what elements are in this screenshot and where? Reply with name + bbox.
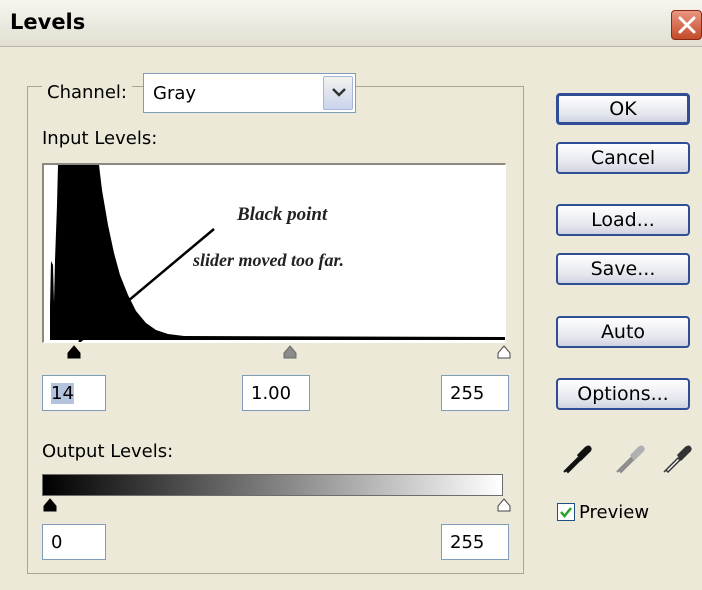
input-black-slider[interactable] [66,345,82,359]
black-eyedropper-icon[interactable] [560,442,594,474]
input-gamma-slider[interactable] [282,345,298,359]
input-black-field[interactable]: 14 [42,375,106,411]
channel-select[interactable]: Gray [143,73,356,113]
options-button[interactable]: Options... [556,378,690,410]
output-white-field[interactable]: 255 [441,524,509,560]
close-icon [678,16,696,34]
cancel-button[interactable]: Cancel [556,142,690,174]
output-gradient-bar [42,474,503,496]
input-white-field[interactable]: 255 [441,375,509,411]
window-title: Levels [10,10,86,34]
annotation-line-1: Black point [237,204,328,225]
input-white-slider[interactable] [496,345,512,359]
input-gamma-value: 1.00 [251,383,292,404]
output-black-value: 0 [51,532,63,553]
input-black-value: 14 [51,383,74,404]
title-bar[interactable]: Levels [0,0,702,47]
close-button[interactable] [671,10,702,40]
output-black-slider[interactable] [42,498,58,512]
auto-button[interactable]: Auto [556,316,690,348]
channel-dropdown-button[interactable] [323,76,353,110]
load-button[interactable]: Load... [556,204,690,236]
gray-eyedropper-icon[interactable] [613,442,647,474]
input-gamma-field[interactable]: 1.00 [242,375,310,411]
output-levels-label: Output Levels: [42,441,174,462]
preview-checkbox[interactable] [557,503,575,521]
save-button[interactable]: Save... [556,253,690,285]
dropdown-arrow-icon [332,88,346,97]
output-white-value: 255 [450,532,485,553]
white-eyedropper-icon[interactable] [660,442,694,474]
annotation-line-2: slider moved too far. [193,250,344,270]
channel-label: Channel: [42,82,132,103]
input-white-value: 255 [450,383,485,404]
output-black-field[interactable]: 0 [42,524,106,560]
channel-value: Gray [153,83,197,104]
preview-label[interactable]: Preview [579,502,649,523]
levels-dialog: Levels Channel: Gray Input Levels: Black… [0,0,702,590]
checkmark-icon [560,507,572,518]
input-levels-label: Input Levels: [42,128,158,149]
ok-button[interactable]: OK [556,93,690,125]
output-white-slider[interactable] [496,498,512,512]
